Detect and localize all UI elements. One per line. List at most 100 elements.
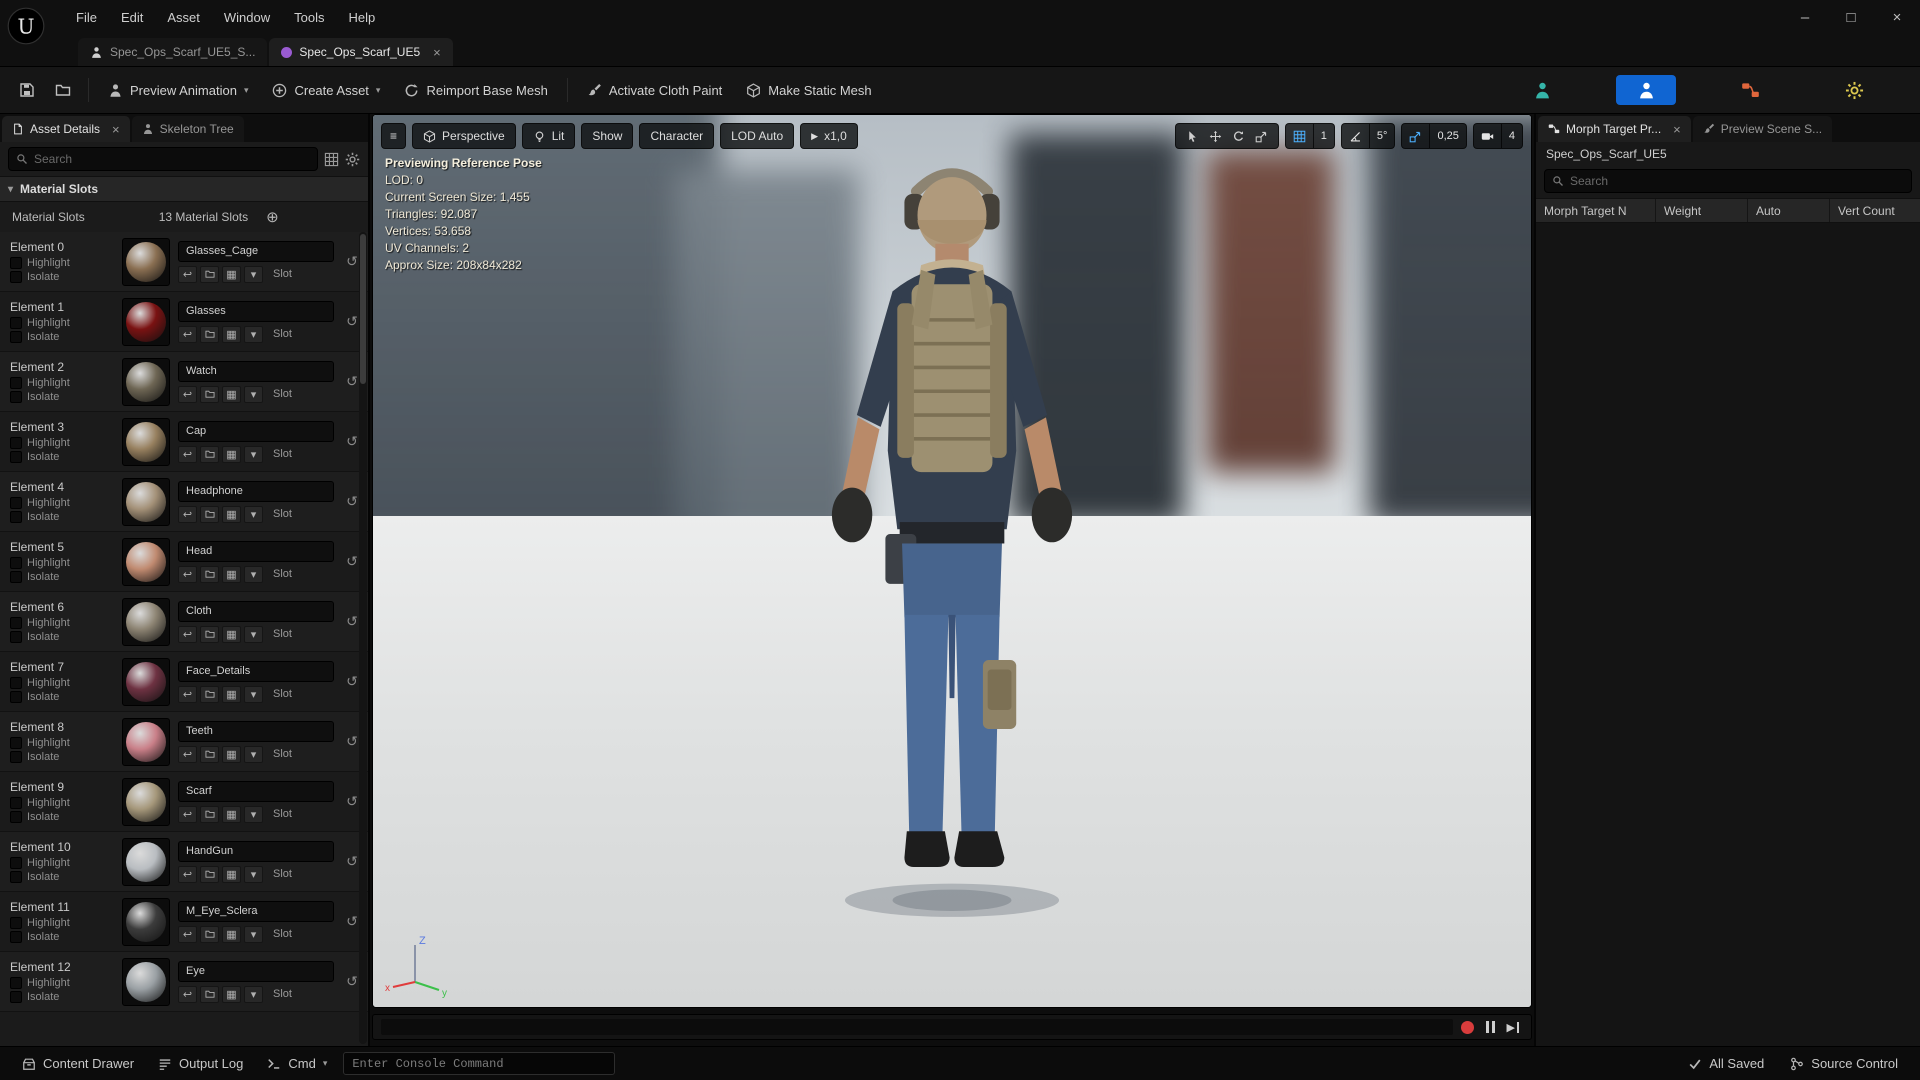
material-select[interactable]: Watch bbox=[178, 360, 334, 382]
material-thumbnail[interactable] bbox=[122, 537, 170, 586]
checkbox[interactable] bbox=[10, 677, 22, 689]
character-menu-button[interactable]: Character bbox=[639, 123, 715, 149]
lod-auto-button[interactable]: LOD Auto bbox=[720, 123, 795, 149]
column-morph-target-name[interactable]: Morph Target N bbox=[1536, 199, 1656, 222]
menu-edit[interactable]: Edit bbox=[109, 10, 155, 25]
use-selected-asset-button[interactable]: ↩ bbox=[178, 445, 197, 463]
material-thumbnail[interactable] bbox=[122, 897, 170, 946]
highlight-checkbox[interactable]: Highlight bbox=[10, 437, 114, 449]
menu-file[interactable]: File bbox=[64, 10, 109, 25]
column-auto[interactable]: Auto bbox=[1748, 199, 1830, 222]
checkbox[interactable] bbox=[10, 317, 22, 329]
material-select[interactable]: Headphone bbox=[178, 480, 334, 502]
asset-tab-inactive[interactable]: Spec_Ops_Scarf_UE5_S... bbox=[78, 38, 268, 66]
pick-asset-button[interactable]: ▦ bbox=[222, 685, 241, 703]
animation-editor-button[interactable] bbox=[1720, 75, 1780, 105]
asset-options-button[interactable]: ▾ bbox=[244, 385, 263, 403]
browse-asset-button[interactable] bbox=[200, 325, 219, 343]
reset-to-default-button[interactable]: ↺ bbox=[346, 253, 358, 270]
content-drawer-button[interactable]: Content Drawer bbox=[12, 1047, 144, 1080]
checkbox[interactable] bbox=[10, 571, 22, 583]
browse-asset-button[interactable] bbox=[200, 505, 219, 523]
search-input[interactable] bbox=[34, 152, 310, 166]
column-vert-count[interactable]: Vert Count bbox=[1830, 199, 1920, 222]
make-static-mesh-button[interactable]: Make Static Mesh bbox=[735, 76, 882, 105]
grid-snap-value[interactable]: 1 bbox=[1312, 124, 1334, 148]
menu-asset[interactable]: Asset bbox=[155, 10, 212, 25]
isolate-checkbox[interactable]: Isolate bbox=[10, 451, 114, 463]
checkbox[interactable] bbox=[10, 797, 22, 809]
asset-options-button[interactable]: ▾ bbox=[244, 865, 263, 883]
material-select[interactable]: Teeth bbox=[178, 720, 334, 742]
material-thumbnail[interactable] bbox=[122, 417, 170, 466]
checkbox[interactable] bbox=[10, 257, 22, 269]
reset-to-default-button[interactable]: ↺ bbox=[346, 613, 358, 630]
browse-to-asset-button[interactable] bbox=[46, 74, 80, 106]
reset-to-default-button[interactable]: ↺ bbox=[346, 973, 358, 990]
browse-asset-button[interactable] bbox=[200, 925, 219, 943]
skeletal-mesh-editor-button[interactable] bbox=[1616, 75, 1676, 105]
reset-to-default-button[interactable]: ↺ bbox=[346, 913, 358, 930]
checkbox[interactable] bbox=[10, 437, 22, 449]
asset-tab-active[interactable]: Spec_Ops_Scarf_UE5 × bbox=[269, 38, 453, 66]
checkbox[interactable] bbox=[10, 991, 22, 1003]
camera-speed-control[interactable]: 4 bbox=[1472, 123, 1523, 149]
tab-preview-scene-settings[interactable]: Preview Scene S... bbox=[1692, 116, 1833, 142]
isolate-checkbox[interactable]: Isolate bbox=[10, 571, 114, 583]
highlight-checkbox[interactable]: Highlight bbox=[10, 317, 114, 329]
unreal-logo[interactable]: U bbox=[6, 6, 46, 46]
browse-asset-button[interactable] bbox=[200, 265, 219, 283]
asset-options-button[interactable]: ▾ bbox=[244, 445, 263, 463]
select-tool-icon[interactable] bbox=[1186, 130, 1199, 143]
tab-skeleton-tree[interactable]: Skeleton Tree bbox=[131, 116, 244, 142]
checkbox[interactable] bbox=[10, 557, 22, 569]
menu-tools[interactable]: Tools bbox=[282, 10, 336, 25]
pick-asset-button[interactable]: ▦ bbox=[222, 265, 241, 283]
asset-options-button[interactable]: ▾ bbox=[244, 985, 263, 1003]
perspective-button[interactable]: Perspective bbox=[412, 123, 516, 149]
preview-animation-button[interactable]: Preview Animation ▾ bbox=[97, 76, 259, 105]
checkbox[interactable] bbox=[10, 377, 22, 389]
material-thumbnail[interactable] bbox=[122, 357, 170, 406]
move-tool-icon[interactable] bbox=[1209, 130, 1222, 143]
use-selected-asset-button[interactable]: ↩ bbox=[178, 925, 197, 943]
minimize-button[interactable]: – bbox=[1782, 0, 1828, 34]
use-selected-asset-button[interactable]: ↩ bbox=[178, 685, 197, 703]
material-thumbnail[interactable] bbox=[122, 717, 170, 766]
material-select[interactable]: Head bbox=[178, 540, 334, 562]
viewport-options-button[interactable]: ≡ bbox=[381, 123, 407, 149]
isolate-checkbox[interactable]: Isolate bbox=[10, 751, 114, 763]
checkbox[interactable] bbox=[10, 737, 22, 749]
view-options-icon[interactable] bbox=[324, 152, 339, 167]
reset-to-default-button[interactable]: ↺ bbox=[346, 313, 358, 330]
physics-editor-button[interactable] bbox=[1824, 75, 1884, 105]
cmd-dropdown[interactable]: Cmd ▾ bbox=[257, 1047, 337, 1080]
isolate-checkbox[interactable]: Isolate bbox=[10, 691, 114, 703]
checkbox[interactable] bbox=[10, 871, 22, 883]
scale-snap-control[interactable]: 0,25 bbox=[1401, 123, 1467, 149]
use-selected-asset-button[interactable]: ↩ bbox=[178, 565, 197, 583]
browse-asset-button[interactable] bbox=[200, 865, 219, 883]
checkbox[interactable] bbox=[10, 751, 22, 763]
highlight-checkbox[interactable]: Highlight bbox=[10, 917, 114, 929]
checkbox[interactable] bbox=[10, 857, 22, 869]
lit-mode-button[interactable]: Lit bbox=[521, 123, 576, 149]
maximize-button[interactable]: □ bbox=[1828, 0, 1874, 34]
scale-snap-value[interactable]: 0,25 bbox=[1429, 124, 1465, 148]
isolate-checkbox[interactable]: Isolate bbox=[10, 511, 114, 523]
use-selected-asset-button[interactable]: ↩ bbox=[178, 745, 197, 763]
camera-speed-value[interactable]: 4 bbox=[1500, 124, 1522, 148]
material-thumbnail[interactable] bbox=[122, 837, 170, 886]
browse-asset-button[interactable] bbox=[200, 445, 219, 463]
highlight-checkbox[interactable]: Highlight bbox=[10, 557, 114, 569]
browse-asset-button[interactable] bbox=[200, 685, 219, 703]
material-thumbnail[interactable] bbox=[122, 657, 170, 706]
checkbox[interactable] bbox=[10, 631, 22, 643]
isolate-checkbox[interactable]: Isolate bbox=[10, 811, 114, 823]
asset-options-button[interactable]: ▾ bbox=[244, 265, 263, 283]
browse-asset-button[interactable] bbox=[200, 625, 219, 643]
use-selected-asset-button[interactable]: ↩ bbox=[178, 805, 197, 823]
tab-morph-target-previewer[interactable]: Morph Target Pr... × bbox=[1538, 116, 1691, 142]
settings-gear-icon[interactable] bbox=[345, 152, 360, 167]
morph-search-input[interactable] bbox=[1570, 174, 1904, 188]
